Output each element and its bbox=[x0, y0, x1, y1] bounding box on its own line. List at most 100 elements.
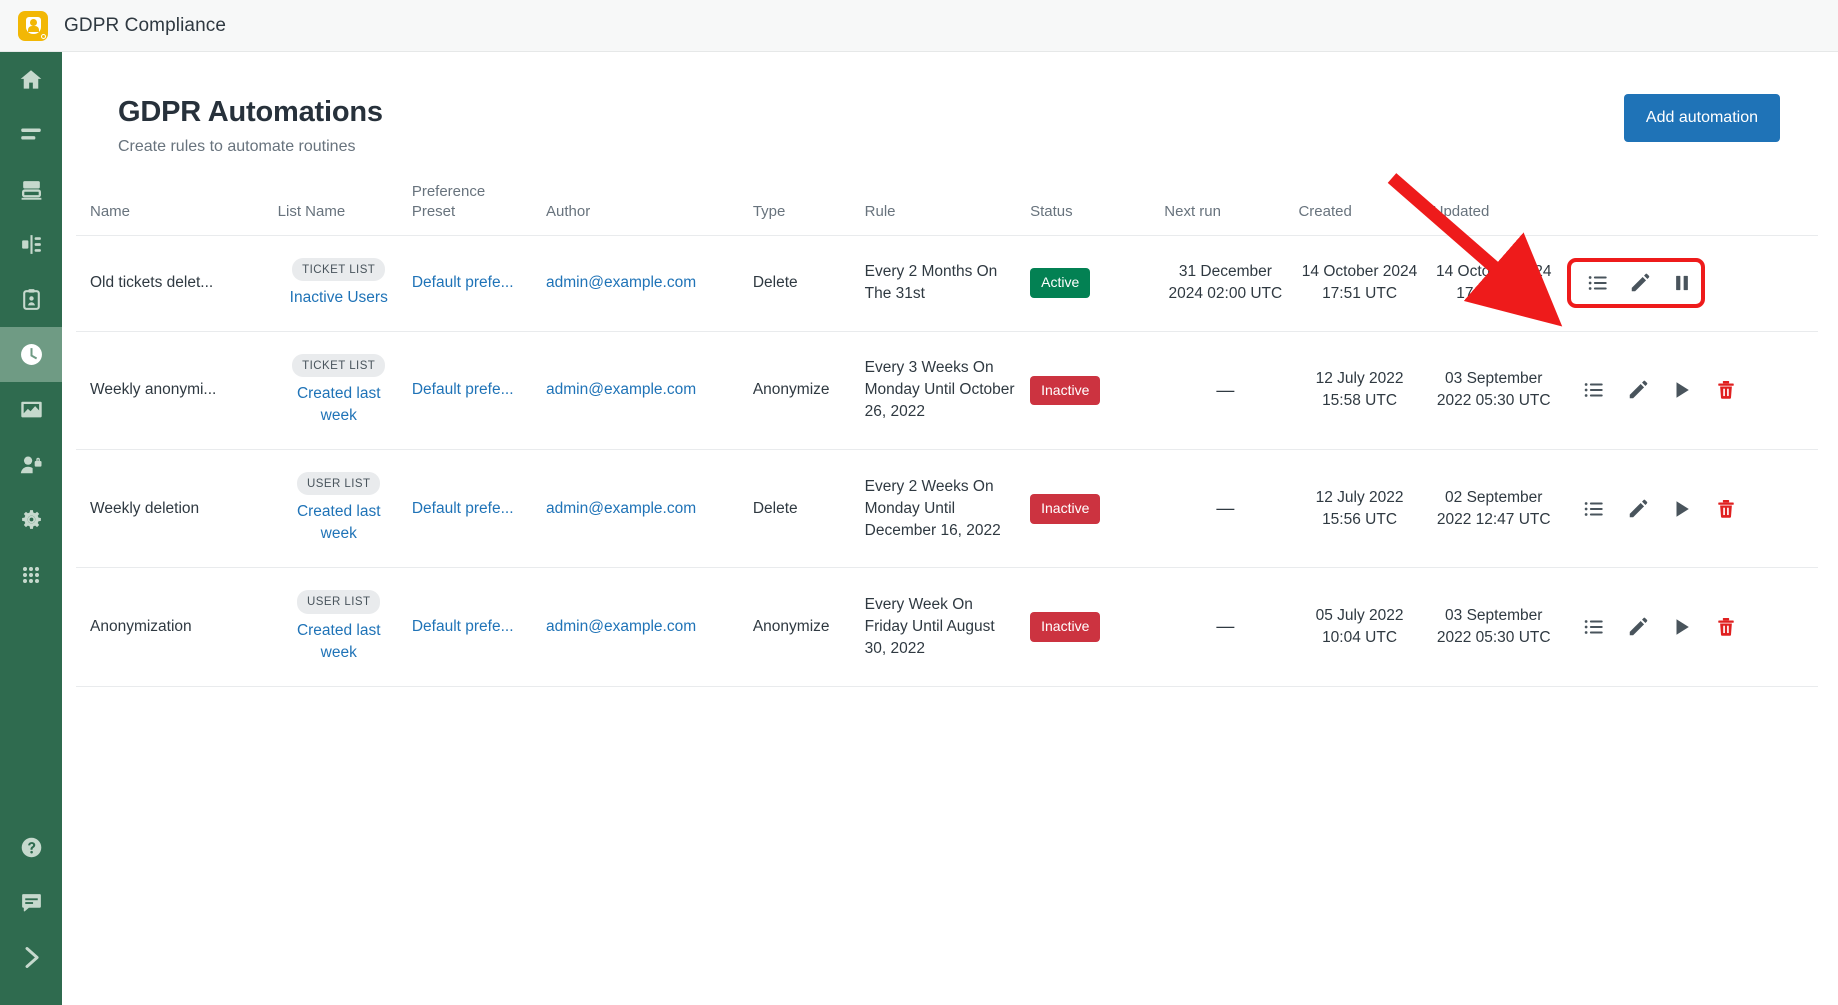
cell-list-name: TICKET LIST Created last week bbox=[271, 331, 406, 451]
author-link[interactable]: admin@example.com bbox=[546, 618, 696, 635]
action-pencil-button[interactable] bbox=[1629, 270, 1651, 296]
author-link[interactable]: admin@example.com bbox=[546, 500, 696, 517]
column-header-actions bbox=[1560, 182, 1818, 236]
chat-icon bbox=[21, 894, 41, 912]
cell-author: admin@example.com bbox=[540, 235, 747, 332]
cell-updated: 14 October 2024 17:52 UTC bbox=[1426, 235, 1561, 332]
table-row[interactable]: Anonymization USER LIST Created last week D… bbox=[76, 567, 1818, 687]
list-name-link[interactable]: Created last week bbox=[278, 501, 400, 545]
sidebar-item-reports[interactable] bbox=[0, 382, 62, 437]
sidebar-item-views[interactable] bbox=[0, 107, 62, 162]
row-actions bbox=[1567, 614, 1812, 640]
preference-preset-link[interactable]: Default prefe... bbox=[412, 500, 514, 517]
column-header-next-run[interactable]: Next run bbox=[1158, 182, 1293, 236]
action-list-button[interactable] bbox=[1581, 614, 1607, 640]
column-header-created[interactable]: Created bbox=[1292, 182, 1427, 236]
sidebar-item-messages[interactable] bbox=[0, 875, 62, 930]
cell-preference-preset: Default prefe... bbox=[405, 567, 540, 687]
table-body: Old tickets delet... TICKET LIST Inactive … bbox=[76, 235, 1818, 687]
action-pencil-button[interactable] bbox=[1625, 614, 1651, 640]
action-list-button[interactable] bbox=[1581, 496, 1607, 522]
column-header-author[interactable]: Author bbox=[540, 182, 747, 236]
row-actions bbox=[1567, 496, 1812, 522]
cell-name: Anonymization bbox=[76, 567, 272, 687]
cell-next-run: — bbox=[1158, 449, 1293, 569]
clipboard-person-icon bbox=[22, 289, 40, 310]
cell-created: 12 July 2022 15:58 UTC bbox=[1292, 331, 1427, 451]
sidebar-item-data[interactable] bbox=[0, 162, 62, 217]
author-link[interactable]: admin@example.com bbox=[546, 274, 696, 291]
column-header-list-name[interactable]: List Name bbox=[271, 182, 406, 236]
sidebar-item-apps[interactable] bbox=[0, 547, 62, 602]
cell-created: 14 October 2024 17:51 UTC bbox=[1292, 235, 1427, 332]
column-header-type[interactable]: Type bbox=[746, 182, 859, 236]
cell-next-run: — bbox=[1158, 331, 1293, 451]
cell-rule: Every 2 Months On The 31st bbox=[858, 235, 1025, 332]
cell-author: admin@example.com bbox=[540, 567, 747, 687]
trash-icon bbox=[1718, 499, 1734, 518]
cell-list-name: USER LIST Created last week bbox=[271, 567, 406, 687]
action-list-button[interactable] bbox=[1581, 377, 1607, 403]
column-header-updated[interactable]: Updated bbox=[1426, 182, 1561, 236]
page-header: GDPR Automations Create rules to automat… bbox=[62, 52, 1838, 182]
action-list-button[interactable] bbox=[1587, 270, 1609, 296]
list-name-link[interactable]: Created last week bbox=[278, 620, 400, 664]
table-row[interactable]: Old tickets delet... TICKET LIST Inactive … bbox=[76, 235, 1818, 332]
cell-name: Old tickets delet... bbox=[76, 235, 272, 332]
column-header-status[interactable]: Status bbox=[1024, 182, 1159, 236]
list-type-tag: USER LIST bbox=[297, 590, 381, 614]
home-icon bbox=[20, 69, 42, 89]
sidebar-item-records[interactable] bbox=[0, 272, 62, 327]
trash-icon bbox=[1718, 381, 1734, 400]
action-trash-button[interactable] bbox=[1713, 496, 1739, 522]
sidebar-item-home[interactable] bbox=[0, 52, 62, 107]
pencil-icon bbox=[1629, 499, 1648, 518]
cell-updated: 03 September 2022 05:30 UTC bbox=[1426, 567, 1561, 687]
preference-preset-link[interactable]: Default prefe... bbox=[412, 381, 514, 398]
list-name-link[interactable]: Created last week bbox=[278, 383, 400, 427]
action-play-button[interactable] bbox=[1669, 614, 1695, 640]
sidebar-item-help[interactable] bbox=[0, 820, 62, 875]
sidebar-item-workflows[interactable] bbox=[0, 217, 62, 272]
cell-type: Anonymize bbox=[746, 331, 859, 451]
cell-status: Inactive bbox=[1024, 449, 1159, 569]
preference-preset-link[interactable]: Default prefe... bbox=[412, 618, 514, 635]
list-icon bbox=[1584, 383, 1603, 398]
sidebar-item-automations[interactable] bbox=[0, 327, 62, 382]
sidebar-item-expand[interactable] bbox=[0, 930, 62, 985]
column-header-name[interactable]: Name bbox=[76, 182, 272, 236]
column-header-rule[interactable]: Rule bbox=[858, 182, 1025, 236]
author-link[interactable]: admin@example.com bbox=[546, 381, 696, 398]
table-row[interactable]: Weekly deletion USER LIST Created last wee… bbox=[76, 449, 1818, 569]
action-play-button[interactable] bbox=[1669, 377, 1695, 403]
app-title: GDPR Compliance bbox=[64, 14, 226, 36]
lines-icon bbox=[21, 128, 41, 140]
add-automation-button[interactable]: Add automation bbox=[1623, 94, 1780, 142]
sidebar-item-privacy[interactable] bbox=[0, 437, 62, 492]
cell-type: Delete bbox=[746, 449, 859, 569]
action-play-button[interactable] bbox=[1669, 496, 1695, 522]
chart-icon bbox=[20, 401, 42, 418]
cell-rule: Every Week On Friday Until August 30, 20… bbox=[858, 567, 1025, 687]
list-name-link[interactable]: Inactive Users bbox=[278, 287, 400, 309]
column-header-preference-preset[interactable]: Preference Preset bbox=[405, 182, 540, 236]
preference-preset-link[interactable]: Default prefe... bbox=[412, 274, 514, 291]
action-trash-button[interactable] bbox=[1713, 614, 1739, 640]
cell-author: admin@example.com bbox=[540, 449, 747, 569]
clock-icon bbox=[20, 344, 42, 365]
cell-name: Weekly deletion bbox=[76, 449, 272, 569]
chevron-right-icon bbox=[25, 947, 39, 968]
cell-status: Inactive bbox=[1024, 331, 1159, 451]
action-pause-button[interactable] bbox=[1671, 270, 1693, 296]
play-icon bbox=[1676, 619, 1689, 635]
action-pencil-button[interactable] bbox=[1625, 377, 1651, 403]
cell-created: 12 July 2022 15:56 UTC bbox=[1292, 449, 1427, 569]
action-pencil-button[interactable] bbox=[1625, 496, 1651, 522]
table-row[interactable]: Weekly anonymi... TICKET LIST Created last… bbox=[76, 331, 1818, 451]
action-trash-button[interactable] bbox=[1713, 377, 1739, 403]
page-title: GDPR Automations bbox=[118, 96, 383, 128]
empty-value: — bbox=[1216, 498, 1235, 519]
cell-rule: Every 2 Weeks On Monday Until December 1… bbox=[858, 449, 1025, 569]
trash-icon bbox=[1718, 618, 1734, 636]
sidebar-item-settings[interactable] bbox=[0, 492, 62, 547]
